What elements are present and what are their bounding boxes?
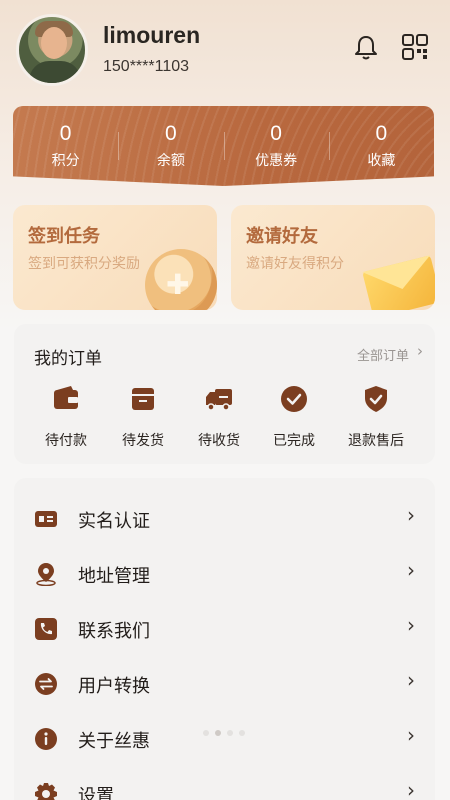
- menu-item-address[interactable]: 地址管理 ›: [14, 546, 435, 601]
- chevron-right-icon: ›: [407, 558, 415, 582]
- order-label: 待发货: [122, 433, 164, 449]
- order-pending-receipt[interactable]: 待收货: [179, 384, 259, 450]
- page-indicator: [203, 730, 245, 736]
- menu-item-user-switch[interactable]: 用户转换 ›: [14, 656, 435, 711]
- chevron-right-icon: ›: [407, 723, 415, 747]
- box-icon: [132, 388, 154, 410]
- check-circle-icon: [281, 386, 307, 412]
- username: limouren: [103, 22, 201, 48]
- stat-favorites[interactable]: 0 收藏: [328, 122, 434, 170]
- invite-subtitle: 邀请好友得积分: [246, 256, 344, 272]
- id-card-icon: [35, 511, 57, 527]
- qr-code-icon[interactable]: [401, 33, 429, 61]
- swap-icon: [35, 673, 57, 695]
- order-label: 待收货: [198, 433, 240, 449]
- order-completed[interactable]: 已完成: [254, 384, 334, 450]
- menu-label: 联系我们: [78, 621, 150, 642]
- info-icon: [35, 728, 57, 750]
- menu-label: 用户转换: [78, 676, 150, 697]
- phone-icon: [35, 618, 57, 640]
- stat-value: 0: [59, 122, 72, 145]
- all-orders-link[interactable]: 全部订单: [357, 345, 409, 364]
- menu-label: 地址管理: [78, 566, 150, 587]
- stat-label: 余额: [156, 153, 185, 169]
- menu-label: 关于丝惠: [78, 731, 150, 752]
- stat-label: 积分: [51, 153, 80, 169]
- envelope-icon: [362, 255, 435, 310]
- chevron-right-icon: ›: [407, 503, 415, 527]
- stats-card: 0 积分 0 余额 0 优惠券 0 收藏: [13, 106, 434, 186]
- invite-friends-card[interactable]: 邀请好友 邀请好友得积分: [231, 205, 435, 310]
- orders-card: 我的订单 全部订单 › 待付款 待发货 待收货 已完成 退款售后: [14, 324, 435, 464]
- chevron-right-icon: ›: [407, 668, 415, 692]
- order-label: 退款售后: [348, 433, 404, 449]
- order-pending-payment[interactable]: 待付款: [26, 384, 106, 450]
- orders-title: 我的订单: [34, 349, 102, 369]
- menu-card: 实名认证 › 地址管理 › 联系我们 › 用户转换 › 关于丝惠 › 设置 ›: [14, 478, 435, 800]
- menu-item-about[interactable]: 关于丝惠 ›: [14, 711, 435, 766]
- menu-item-contact-us[interactable]: 联系我们 ›: [14, 601, 435, 656]
- invite-title: 邀请好友: [246, 226, 318, 247]
- shield-check-icon: [365, 386, 387, 412]
- chevron-right-icon: ›: [417, 342, 423, 360]
- menu-label: 设置: [78, 786, 114, 800]
- menu-item-real-name-verification[interactable]: 实名认证 ›: [14, 491, 435, 546]
- stat-points[interactable]: 0 积分: [13, 122, 118, 170]
- coin-icon: ✚: [145, 249, 217, 310]
- order-refund[interactable]: 退款售后: [336, 384, 416, 450]
- stat-balance[interactable]: 0 余额: [118, 122, 223, 170]
- avatar[interactable]: [16, 14, 88, 86]
- truck-icon: [206, 389, 232, 411]
- stat-label: 收藏: [367, 153, 396, 169]
- stat-value: 0: [165, 122, 177, 145]
- stat-label: 优惠券: [255, 153, 298, 169]
- phone-number: 150****1103: [103, 58, 190, 75]
- order-pending-shipment[interactable]: 待发货: [103, 384, 183, 450]
- checkin-task-card[interactable]: 签到任务 签到可获积分奖励 ✚: [13, 205, 217, 310]
- chevron-right-icon: ›: [407, 778, 415, 800]
- menu-item-settings[interactable]: 设置 ›: [14, 766, 435, 800]
- wallet-icon: [54, 386, 78, 409]
- checkin-subtitle: 签到可获积分奖励: [28, 256, 140, 272]
- bell-icon[interactable]: [352, 33, 380, 61]
- stat-value: 0: [375, 122, 388, 145]
- menu-label: 实名认证: [78, 511, 150, 532]
- chevron-right-icon: ›: [407, 613, 415, 637]
- location-icon: [36, 563, 56, 586]
- stat-value: 0: [270, 122, 282, 145]
- order-label: 待付款: [45, 433, 87, 449]
- order-label: 已完成: [273, 433, 315, 449]
- stat-coupons[interactable]: 0 优惠券: [223, 122, 329, 170]
- gear-icon: [35, 783, 57, 800]
- checkin-title: 签到任务: [28, 226, 100, 247]
